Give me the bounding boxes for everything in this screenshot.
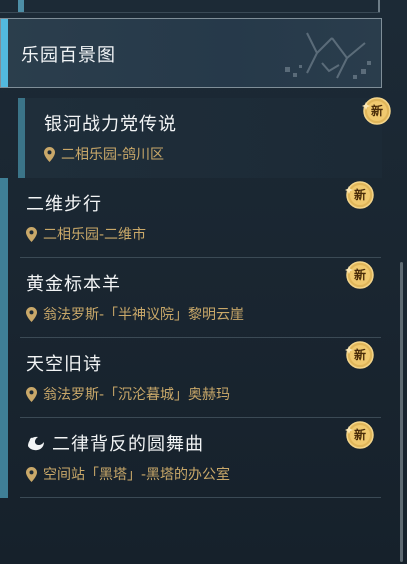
new-badge-text: 新 bbox=[353, 188, 366, 202]
new-badge-text: 新 bbox=[353, 268, 366, 282]
entry-location-text: 翁法罗斯-「半神议院」黎明云崖 bbox=[43, 307, 245, 323]
new-badge: 新 bbox=[345, 260, 375, 290]
entry-accent-bar bbox=[0, 178, 8, 258]
entry-name: 二维步行 bbox=[26, 194, 102, 215]
entry-name: 银河战力党传说 bbox=[44, 114, 177, 135]
entry-location: 二相乐园-二维市 bbox=[26, 224, 146, 244]
new-badge: 新 bbox=[345, 340, 375, 370]
previous-entry-accent bbox=[18, 0, 24, 12]
quest-icon bbox=[28, 436, 44, 451]
entry-name: 天空旧诗 bbox=[26, 354, 102, 375]
entry-name: 二律背反的圆舞曲 bbox=[26, 430, 204, 456]
entry-location: 翁法罗斯-「半神议院」黎明云崖 bbox=[26, 304, 244, 324]
entry-accent-bar bbox=[0, 418, 8, 498]
entry-location-text: 空间站「黑塔」-黑塔的办公室 bbox=[43, 467, 231, 483]
new-badge-text: 新 bbox=[353, 348, 366, 362]
new-badge: 新 bbox=[345, 180, 375, 210]
entry-accent-bar bbox=[0, 338, 8, 418]
location-pin-icon bbox=[26, 306, 37, 322]
list-item-selected[interactable]: 银河战力党传说 二相乐园-鸽川区 新 bbox=[18, 97, 391, 178]
entry-location-text: 二相乐园-鸽川区 bbox=[61, 147, 165, 163]
list-item[interactable]: 二维步行 二相乐园-二维市 新 bbox=[0, 178, 385, 258]
list-item[interactable]: 天空旧诗 翁法罗斯-「沉沦暮城」奥赫玛 新 bbox=[0, 338, 385, 418]
location-pin-icon bbox=[26, 226, 37, 242]
list-item[interactable]: 黄金标本羊 翁法罗斯-「半神议院」黎明云崖 新 bbox=[0, 258, 385, 338]
entry-location-text: 翁法罗斯-「沉沦暮城」奥赫玛 bbox=[43, 387, 231, 403]
location-pin-icon bbox=[26, 386, 37, 402]
entry-name-text: 二律背反的圆舞曲 bbox=[52, 434, 204, 455]
location-pin-icon bbox=[26, 466, 37, 482]
category-accent-bar bbox=[1, 19, 8, 87]
entry-accent-bar bbox=[18, 98, 25, 178]
new-badge-text: 新 bbox=[353, 428, 366, 442]
previous-entry-border bbox=[378, 0, 380, 12]
new-badge: 新 bbox=[362, 96, 392, 126]
scrollbar[interactable] bbox=[400, 262, 403, 562]
entry-location: 翁法罗斯-「沉沦暮城」奥赫玛 bbox=[26, 384, 230, 404]
new-badge: 新 bbox=[345, 420, 375, 450]
entry-location-text: 二相乐园-二维市 bbox=[43, 227, 147, 243]
previous-entry-edge bbox=[0, 0, 380, 13]
category-header[interactable]: 乐园百景图 bbox=[0, 18, 382, 88]
new-badge-text: 新 bbox=[370, 104, 383, 118]
entry-name: 黄金标本羊 bbox=[26, 274, 121, 295]
location-pin-icon bbox=[44, 146, 55, 162]
category-emblem-decoration bbox=[285, 32, 371, 79]
entry-location: 二相乐园-鸽川区 bbox=[44, 144, 164, 164]
entry-location: 空间站「黑塔」-黑塔的办公室 bbox=[26, 464, 230, 484]
entry-accent-bar bbox=[0, 258, 8, 338]
list-item[interactable]: 二律背反的圆舞曲 空间站「黑塔」-黑塔的办公室 新 bbox=[0, 418, 385, 498]
entry-divider bbox=[20, 497, 381, 498]
category-title: 乐园百景图 bbox=[21, 45, 116, 66]
